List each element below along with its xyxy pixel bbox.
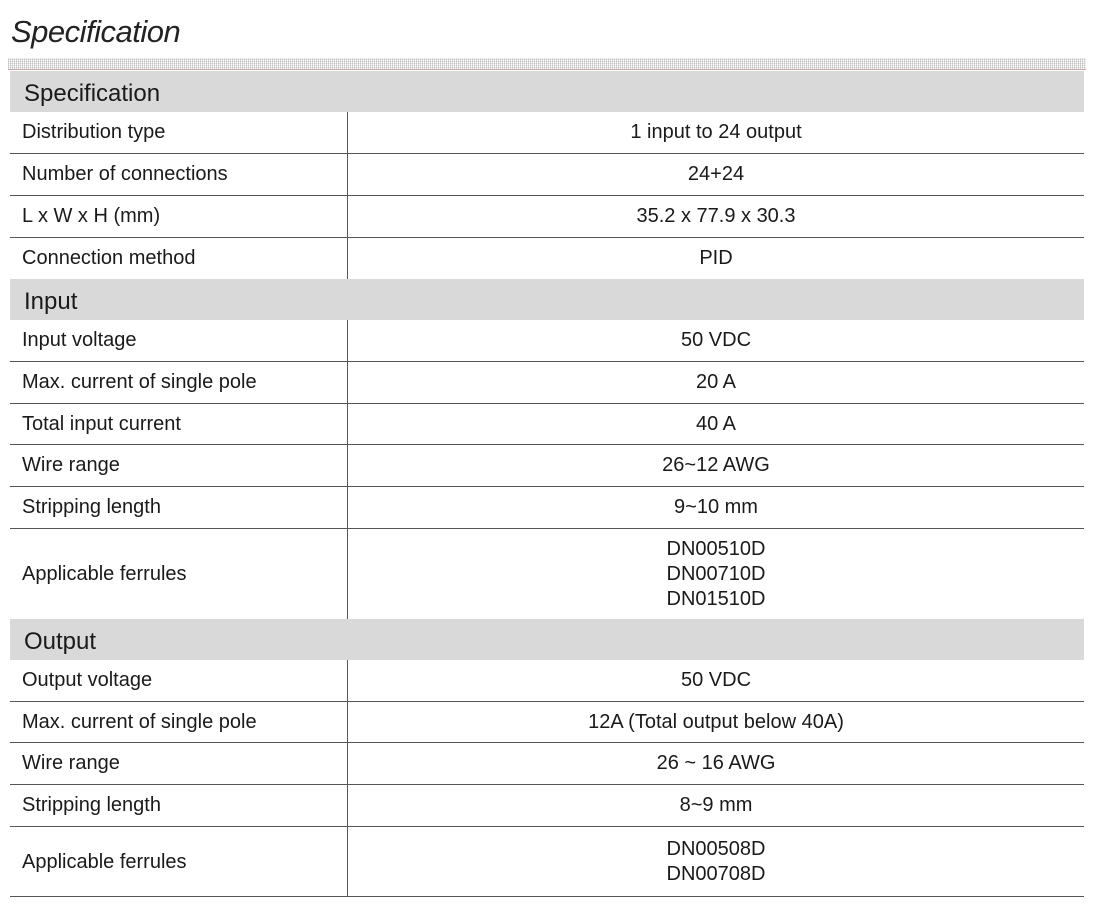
row-value: 35.2 x 77.9 x 30.3 — [348, 196, 1084, 237]
row-label: Stripping length — [10, 487, 348, 528]
row-value: 9~10 mm — [348, 487, 1084, 528]
table-row: L x W x H (mm) 35.2 x 77.9 x 30.3 — [10, 196, 1084, 238]
row-label: Applicable ferrules — [10, 529, 348, 619]
value-line: 24+24 — [687, 163, 745, 185]
value-line: 9~10 mm — [674, 496, 758, 518]
value-line: 26 ~ 16 AWG — [656, 752, 776, 774]
table-row: Stripping length 8~9 mm — [10, 785, 1084, 827]
row-label: Applicable ferrules — [10, 827, 348, 897]
row-value: 50 VDC — [348, 320, 1084, 361]
table-row: Stripping length 9~10 mm — [10, 487, 1084, 529]
row-label: Number of connections — [10, 154, 348, 195]
row-value: DN00508D DN00708D — [348, 827, 1084, 897]
row-value: 20 A — [348, 362, 1084, 403]
table-row: Applicable ferrules DN00510D DN00710D DN… — [10, 529, 1084, 619]
value-line: 35.2 x 77.9 x 30.3 — [636, 205, 796, 227]
value-line: DN00710D — [666, 562, 766, 585]
table-row: Connection method PID — [10, 238, 1084, 279]
table-bottom-rule — [10, 896, 1084, 897]
row-label: Total input current — [10, 404, 348, 444]
row-value: DN00510D DN00710D DN01510D — [348, 529, 1084, 619]
row-label: Distribution type — [10, 112, 348, 153]
value-line: 40 A — [695, 412, 737, 435]
table-row: Wire range 26~12 AWG — [10, 445, 1084, 487]
value-line: DN00508D — [666, 838, 766, 860]
row-label: Wire range — [10, 445, 348, 486]
table-row: Input voltage 50 VDC — [10, 320, 1084, 362]
value-line: DN00708D — [666, 863, 766, 885]
value-line: DN01510D — [666, 587, 766, 610]
row-value: 1 input to 24 output — [348, 112, 1084, 153]
row-label: Wire range — [10, 743, 348, 784]
row-label: Input voltage — [10, 320, 348, 361]
row-value: 50 VDC — [348, 660, 1084, 701]
title-divider — [8, 58, 1086, 70]
value-line: 26~12 AWG — [662, 454, 770, 476]
row-label: Max. current of single pole — [10, 702, 348, 742]
row-value: 24+24 — [348, 154, 1084, 195]
table-row: Max. current of single pole 20 A — [10, 362, 1084, 404]
row-label: Stripping length — [10, 785, 348, 826]
table-row: Max. current of single pole 12A (Total o… — [10, 702, 1084, 743]
table-row: Total input current 40 A — [10, 404, 1084, 445]
row-value: 12A (Total output below 40A) — [348, 702, 1084, 742]
value-line: 50 VDC — [680, 329, 752, 351]
row-label: Max. current of single pole — [10, 362, 348, 403]
row-value: PID — [348, 238, 1084, 279]
section-header-output: Output — [10, 619, 1084, 660]
value-line: 12A (Total output below 40A) — [588, 710, 844, 733]
row-label: Output voltage — [10, 660, 348, 701]
row-label: L x W x H (mm) — [10, 196, 348, 237]
table-row: Wire range 26 ~ 16 AWG — [10, 743, 1084, 785]
value-line: 20 A — [695, 371, 737, 393]
value-line: 1 input to 24 output — [630, 121, 802, 143]
row-value: 40 A — [348, 404, 1084, 444]
spec-table: Specification Distribution type 1 input … — [10, 71, 1084, 897]
table-row: Applicable ferrules DN00508D DN00708D — [10, 827, 1084, 897]
row-value: 26 ~ 16 AWG — [348, 743, 1084, 784]
row-value: 8~9 mm — [348, 785, 1084, 826]
row-label: Connection method — [10, 238, 348, 279]
value-line: 8~9 mm — [679, 794, 753, 816]
value-line: DN00510D — [666, 537, 766, 560]
row-value: 26~12 AWG — [348, 445, 1084, 486]
table-row: Output voltage 50 VDC — [10, 660, 1084, 702]
section-header-input: Input — [10, 279, 1084, 320]
value-line: PID — [699, 247, 733, 269]
page-title: Specification — [11, 14, 181, 49]
table-row: Number of connections 24+24 — [10, 154, 1084, 196]
section-header-specification: Specification — [10, 71, 1084, 112]
table-row: Distribution type 1 input to 24 output — [10, 112, 1084, 154]
value-line: 50 VDC — [680, 669, 752, 691]
